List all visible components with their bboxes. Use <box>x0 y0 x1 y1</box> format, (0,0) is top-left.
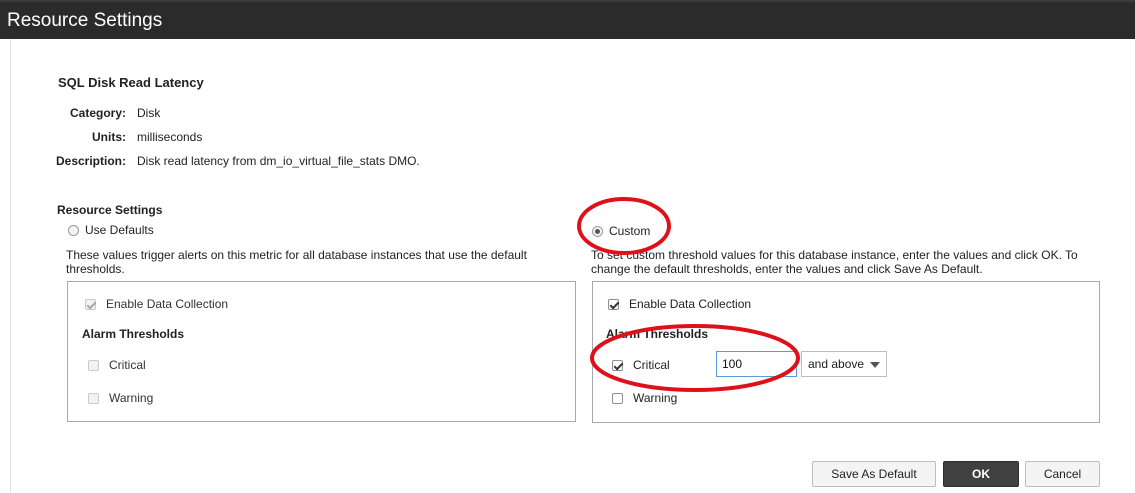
checkbox-icon[interactable] <box>612 359 623 371</box>
custom-critical-label: Critical <box>633 358 670 372</box>
window-title: Resource Settings <box>7 10 163 31</box>
custom-warning-label: Warning <box>633 391 678 405</box>
custom-enable-collection[interactable]: Enable Data Collection <box>608 297 751 311</box>
checkbox-icon <box>85 298 96 310</box>
category-label: Category: <box>69 106 126 120</box>
use-defaults-label: Use Defaults <box>85 223 154 237</box>
critical-condition-value: and above <box>808 357 865 371</box>
custom-warning[interactable]: Warning <box>612 391 677 405</box>
checkbox-icon <box>88 359 99 371</box>
radio-button-selected-icon[interactable] <box>592 225 603 237</box>
units-value: milliseconds <box>137 130 203 144</box>
custom-help-text: To set custom threshold values for this … <box>591 248 1078 276</box>
units-label: Units: <box>92 130 126 144</box>
defaults-help-text: These values trigger alerts on this metr… <box>66 248 527 276</box>
custom-enable-collection-label: Enable Data Collection <box>629 297 752 311</box>
description-label: Description: <box>55 154 126 168</box>
custom-critical[interactable]: Critical <box>612 358 670 372</box>
defaults-critical-label: Critical <box>109 358 146 372</box>
use-defaults-radio[interactable]: Use Defaults <box>68 223 154 237</box>
custom-help-line-1: To set custom threshold values for this … <box>591 248 1078 262</box>
title-bar: Resource Settings <box>0 0 1135 39</box>
defaults-enable-collection-label: Enable Data Collection <box>106 297 229 311</box>
critical-condition-select[interactable]: and above <box>801 351 887 377</box>
critical-threshold-input[interactable] <box>716 351 797 377</box>
checkbox-icon[interactable] <box>608 298 619 310</box>
defaults-critical: Critical <box>88 358 146 372</box>
checkbox-icon[interactable] <box>612 392 623 404</box>
checkbox-icon <box>88 392 99 404</box>
ok-button[interactable]: OK <box>943 461 1019 487</box>
description-value: Disk read latency from dm_io_virtual_fil… <box>137 154 420 168</box>
metric-title: SQL Disk Read Latency <box>58 75 204 90</box>
custom-label: Custom <box>609 224 651 238</box>
radio-button-icon[interactable] <box>68 224 79 236</box>
chevron-down-icon <box>870 362 880 368</box>
category-value: Disk <box>137 106 161 120</box>
defaults-enable-collection: Enable Data Collection <box>85 297 228 311</box>
resource-settings-heading: Resource Settings <box>57 203 163 217</box>
save-as-default-button[interactable]: Save As Default <box>812 461 936 487</box>
cancel-button[interactable]: Cancel <box>1025 461 1100 487</box>
custom-alarm-thresholds-heading: Alarm Thresholds <box>606 327 709 341</box>
custom-help-line-2: change the default thresholds, enter the… <box>591 262 983 276</box>
defaults-warning-label: Warning <box>109 391 154 405</box>
defaults-alarm-thresholds-heading: Alarm Thresholds <box>82 327 185 341</box>
custom-radio[interactable]: Custom <box>592 224 650 238</box>
defaults-warning: Warning <box>88 391 153 405</box>
defaults-help-line-2: thresholds. <box>66 262 125 276</box>
defaults-help-line-1: These values trigger alerts on this metr… <box>66 248 527 262</box>
